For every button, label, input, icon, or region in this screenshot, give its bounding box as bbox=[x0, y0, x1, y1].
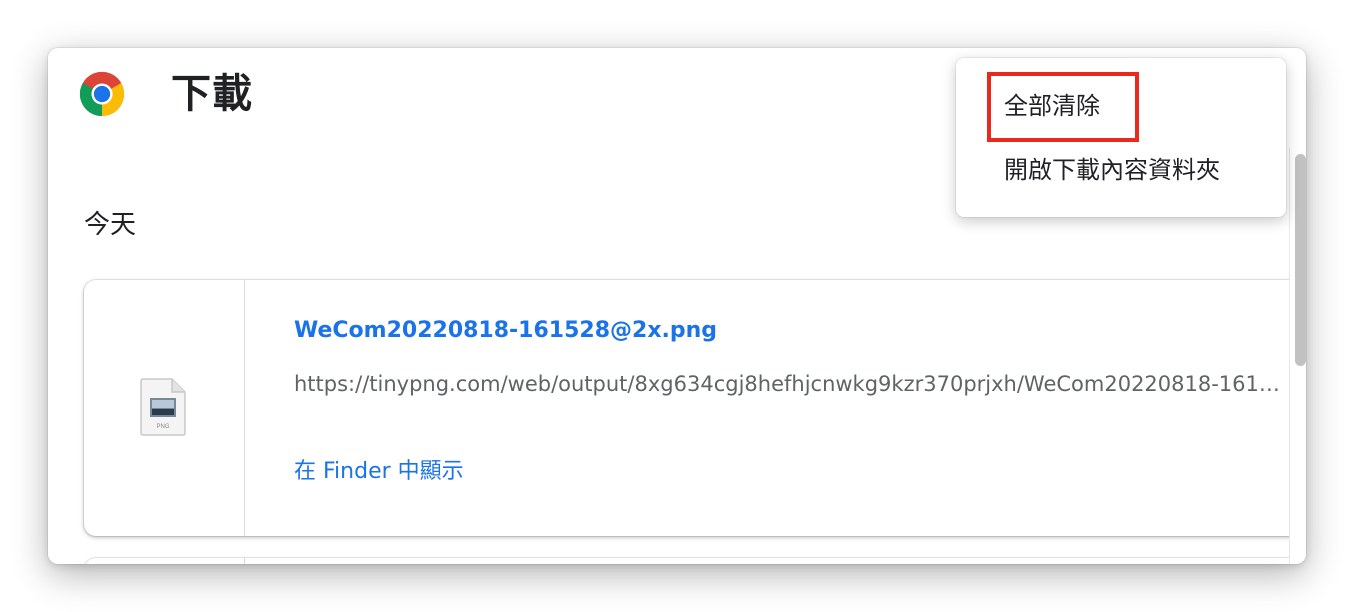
open-downloads-folder-label: 開啟下載內容資料夾 bbox=[1004, 156, 1220, 184]
date-section-label: 今天 bbox=[84, 210, 137, 240]
chrome-logo-icon bbox=[79, 71, 125, 117]
show-in-finder-link[interactable]: 在 Finder 中顯示 bbox=[294, 457, 464, 487]
page-title: 下載 bbox=[171, 71, 253, 117]
clear-all-label: 全部清除 bbox=[1004, 92, 1100, 120]
download-source-url: https://tinypng.com/web/output/8xg634cgj… bbox=[294, 372, 1286, 396]
clear-all-menu-item[interactable]: 全部清除 bbox=[956, 78, 1286, 134]
open-downloads-folder-menu-item[interactable]: 開啟下載內容資料夾 bbox=[956, 142, 1286, 198]
scrollbar-thumb[interactable] bbox=[1295, 154, 1306, 366]
download-icon-column bbox=[84, 558, 245, 564]
download-item: PNG WeCom20220818-161528@2x.png https://… bbox=[84, 280, 1306, 536]
download-item-partial bbox=[84, 558, 1306, 564]
more-actions-menu: 全部清除 開啟下載內容資料夾 bbox=[956, 58, 1286, 217]
screen: 下載 今天 PNG WeCom20220818-161528@2x.png ht… bbox=[0, 0, 1354, 612]
download-file-name-link[interactable]: WeCom20220818-161528@2x.png bbox=[294, 316, 717, 346]
file-type-label: PNG bbox=[156, 424, 169, 430]
download-icon-column: PNG bbox=[84, 280, 245, 536]
png-file-icon: PNG bbox=[140, 378, 186, 436]
